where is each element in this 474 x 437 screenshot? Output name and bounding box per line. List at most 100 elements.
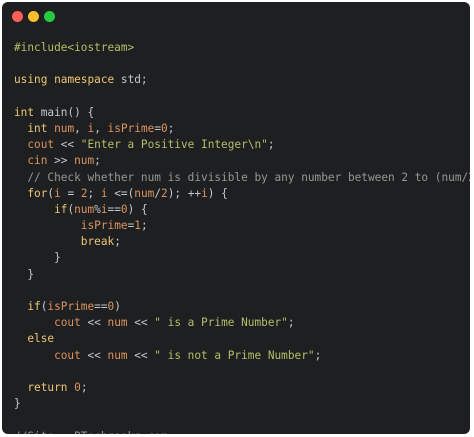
code-token-plain: , [74,121,88,135]
code-token-plain: << [127,316,155,330]
code-line: cout << num << " is not a Prime Number"; [14,348,470,364]
code-token-identifier: cout [54,348,81,362]
code-token-comment: // Check whether num is divisible by any… [14,170,470,184]
code-token-plain: / [154,186,162,200]
code-token-keyword: if [27,300,41,313]
code-token-preproc: #include<iostream> [14,41,135,54]
code-token-plain: main() { [34,105,95,119]
code-token-keyword: int [14,105,35,119]
window-titlebar [2,2,470,32]
code-token-plain: ; [140,219,148,233]
code-token-plain: == [94,300,108,313]
code-token-identifier: i [201,186,208,200]
code-token-identifier: num [107,348,128,362]
code-line: isPrime=1; [14,218,470,234]
code-token-plain: << [127,348,155,362]
code-token-plain: << [80,316,108,330]
code-token-identifier: i [100,186,108,200]
code-token-identifier: isPrime [80,219,128,233]
code-window: #include<iostream> using namespace std; … [2,2,470,434]
code-token-plain: ; [287,316,295,330]
code-token-plain: ; [267,138,275,152]
code-token-number: 0 [120,202,128,216]
code-line: using namespace std; [14,72,470,88]
code-token-keyword: for [27,186,48,200]
code-token-keyword: int [27,121,48,135]
code-line: cout << "Enter a Positive Integer\n"; [14,137,470,153]
code-line: return 0; [14,380,470,396]
code-token-identifier: isPrime [47,300,95,313]
code-token-plain: } [14,267,35,281]
code-token-identifier: num [54,121,75,135]
code-token-identifier: num [74,154,95,168]
code-token-number: 2 [161,186,168,200]
code-token-keyword: else [27,332,55,346]
code-line: for(i = 2; i <=(num/2); ++i) { [14,186,470,202]
code-token-identifier: isPrime [107,121,155,135]
code-line: cin >> num; [14,153,470,169]
code-token-number: 0 [74,380,81,394]
code-token-plain: <=( [107,186,135,200]
code-token-plain: ; [80,380,88,394]
code-line: #include<iostream> [14,40,470,56]
code-token-plain: % [94,202,101,216]
code-token-identifier: num [107,316,128,330]
code-block: #include<iostream> using namespace std; … [14,40,470,434]
code-token-plain: ) { [127,202,148,216]
code-token-identifier: cout [27,138,55,152]
code-token-string: "Enter a Positive Integer\n" [80,138,268,152]
maximize-dot[interactable] [44,11,55,22]
code-line: } [14,396,470,412]
code-line: cout << num << " is a Prime Number"; [14,315,470,331]
code-line: int num, i, isPrime=0; [14,121,470,137]
code-line: } [14,267,470,283]
code-token-plain: } [14,397,21,411]
code-token-plain: ); ++ [167,186,202,200]
code-line: if(num%i==0) { [14,202,470,218]
code-token-number: 0 [161,121,168,135]
code-token-keyword: break [80,235,115,249]
code-line: //Site : BTechgeeks.com [14,429,470,435]
code-token-keyword: using [14,73,48,87]
code-token-plain: ; [114,235,121,249]
code-token-identifier: i [54,186,61,200]
code-token-number: 1 [134,219,141,233]
code-token-identifier: num [134,186,155,200]
code-token-string: " is not a Prime Number" [154,348,315,362]
code-token-plain: std; [114,73,148,87]
code-line: else [14,331,470,347]
code-token-plain: = [154,121,161,135]
code-token-string: " is a Prime Number" [154,316,288,330]
code-token-identifier: cin [27,154,48,168]
code-token-plain: << [54,138,81,152]
code-token-comment: //Site : BTechgeeks.com [14,430,168,435]
code-line: int main() { [14,105,470,121]
code-token-number: 2 [80,186,88,200]
code-token-plain: ; [314,348,322,362]
code-token-plain: } [14,251,61,265]
code-token-keyword: if [54,202,68,216]
code-line: break; [14,234,470,250]
code-token-plain: >> [47,154,75,168]
code-token-plain: ; [167,121,175,135]
code-token-plain: ) { [207,186,228,200]
code-token-identifier: cout [54,316,81,330]
close-dot[interactable] [12,11,23,22]
code-line: } [14,250,470,266]
minimize-dot[interactable] [28,11,39,22]
